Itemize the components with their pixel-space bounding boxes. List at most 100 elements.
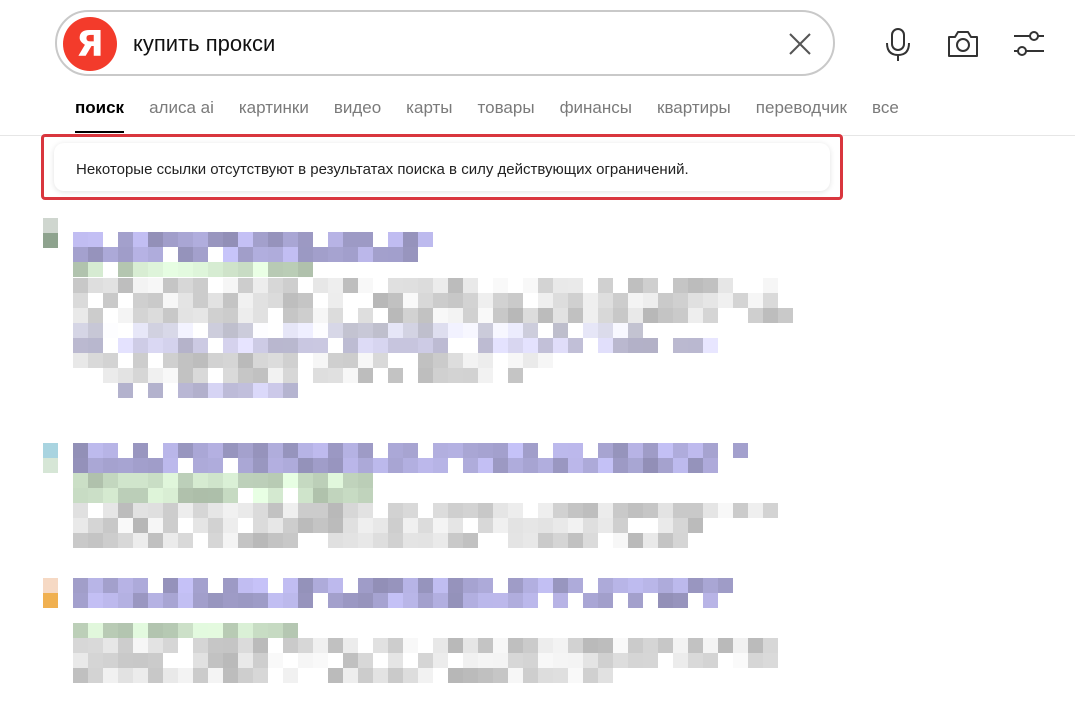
obscured-text-pixel	[388, 653, 403, 668]
obscured-text-pixel	[208, 383, 223, 398]
obscured-text-pixel	[508, 308, 523, 323]
obscured-text-pixel	[163, 518, 178, 533]
obscured-text-pixel	[238, 593, 253, 608]
obscured-text-pixel	[763, 278, 778, 293]
obscured-text-pixel	[493, 638, 508, 653]
obscured-text-pixel	[178, 338, 193, 353]
obscured-text-pixel	[718, 503, 733, 518]
obscured-text-pixel	[238, 503, 253, 518]
obscured-text-pixel	[118, 262, 133, 277]
obscured-text-pixel	[643, 503, 658, 518]
obscured-text-pixel	[118, 232, 133, 247]
obscured-text-pixel	[463, 293, 478, 308]
tab-all[interactable]: все	[872, 97, 899, 133]
obscured-text-pixel	[268, 473, 283, 488]
obscured-text-pixel	[193, 293, 208, 308]
obscured-text-pixel	[88, 232, 103, 247]
obscured-text-pixel	[298, 473, 313, 488]
favicon[interactable]	[43, 578, 58, 608]
obscured-text-pixel	[208, 668, 223, 683]
obscured-text-pixel	[613, 338, 628, 353]
obscured-text-pixel	[658, 503, 673, 518]
obscured-text-pixel	[298, 578, 313, 593]
obscured-text-pixel	[358, 323, 373, 338]
obscured-text-pixel	[238, 623, 253, 638]
obscured-text-pixel	[178, 368, 193, 383]
obscured-text-pixel	[673, 638, 688, 653]
obscured-text-pixel	[313, 443, 328, 458]
obscured-text-pixel	[673, 293, 688, 308]
obscured-text-pixel	[133, 458, 148, 473]
obscured-text-pixel	[508, 578, 523, 593]
camera-icon[interactable]	[945, 25, 983, 63]
obscured-text-pixel	[193, 668, 208, 683]
obscured-text-pixel	[313, 458, 328, 473]
tab-translator[interactable]: переводчик	[756, 97, 847, 133]
obscured-text-pixel	[478, 458, 493, 473]
obscured-text-pixel	[658, 308, 673, 323]
obscured-text-pixel	[223, 473, 238, 488]
favicon[interactable]	[43, 443, 58, 473]
obscured-text-pixel	[538, 533, 553, 548]
tab-maps[interactable]: карты	[406, 97, 452, 133]
obscured-text-pixel	[103, 593, 118, 608]
obscured-text-pixel	[673, 518, 688, 533]
favicon[interactable]	[43, 218, 58, 248]
obscured-text-pixel	[508, 368, 523, 383]
obscured-text-pixel	[358, 308, 373, 323]
obscured-text-pixel	[163, 668, 178, 683]
tab-video[interactable]: видео	[334, 97, 381, 133]
obscured-text-pixel	[478, 293, 493, 308]
tab-finance[interactable]: финансы	[560, 97, 632, 133]
obscured-text-pixel	[448, 323, 463, 338]
obscured-text-pixel	[598, 653, 613, 668]
obscured-text-pixel	[583, 458, 598, 473]
obscured-text-pixel	[583, 533, 598, 548]
obscured-text-pixel	[298, 323, 313, 338]
obscured-text-pixel	[613, 443, 628, 458]
obscured-text-pixel	[433, 293, 448, 308]
obscured-text-pixel	[463, 533, 478, 548]
obscured-text-pixel	[238, 578, 253, 593]
obscured-text-pixel	[118, 533, 133, 548]
obscured-text-pixel	[598, 518, 613, 533]
obscured-text-pixel	[88, 353, 103, 368]
obscured-text-pixel	[658, 293, 673, 308]
obscured-text-pixel	[478, 308, 493, 323]
close-icon[interactable]	[787, 31, 813, 57]
obscured-text-pixel	[328, 353, 343, 368]
obscured-text-pixel	[508, 518, 523, 533]
tab-images[interactable]: картинки	[239, 97, 309, 133]
obscured-text-pixel	[253, 368, 268, 383]
tab-apartments[interactable]: квартиры	[657, 97, 731, 133]
obscured-text-pixel	[268, 278, 283, 293]
obscured-text-pixel	[433, 518, 448, 533]
obscured-text-pixel	[583, 503, 598, 518]
obscured-text-pixel	[658, 458, 673, 473]
tab-products[interactable]: товары	[478, 97, 535, 133]
obscured-text-pixel	[208, 593, 223, 608]
obscured-text-pixel	[493, 308, 508, 323]
obscured-text-pixel	[148, 338, 163, 353]
microphone-icon[interactable]	[880, 25, 918, 63]
obscured-text-pixel	[463, 668, 478, 683]
obscured-text-pixel	[148, 593, 163, 608]
obscured-text-pixel	[358, 278, 373, 293]
obscured-text-pixel	[628, 653, 643, 668]
obscured-text-pixel	[328, 323, 343, 338]
obscured-text-pixel	[223, 308, 238, 323]
obscured-text-pixel	[403, 443, 418, 458]
obscured-text-pixel	[103, 368, 118, 383]
search-box[interactable]: Я купить прокси	[55, 10, 835, 76]
obscured-text-pixel	[193, 488, 208, 503]
obscured-text-pixel	[298, 443, 313, 458]
tab-alice-ai[interactable]: алиса ai	[149, 97, 214, 133]
obscured-text-pixel	[193, 353, 208, 368]
search-input[interactable]: купить прокси	[133, 31, 275, 57]
settings-sliders-icon[interactable]	[1010, 25, 1048, 63]
obscured-text-pixel	[298, 262, 313, 277]
yandex-logo[interactable]: Я	[63, 17, 117, 71]
obscured-text-pixel	[703, 278, 718, 293]
tab-search[interactable]: поиск	[75, 97, 125, 133]
obscured-text-pixel	[418, 353, 433, 368]
